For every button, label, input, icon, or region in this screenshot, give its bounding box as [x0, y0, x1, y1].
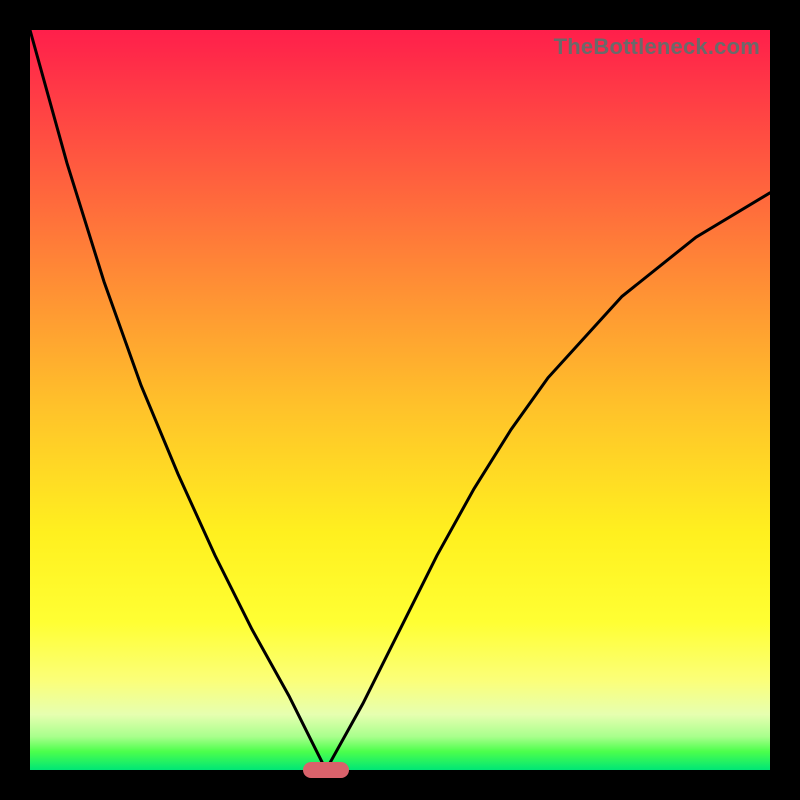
curve-left [30, 30, 326, 770]
curve-right [326, 193, 770, 770]
optimal-marker [303, 762, 349, 778]
bottleneck-curves [30, 30, 770, 770]
plot-area: TheBottleneck.com [30, 30, 770, 770]
outer-frame: TheBottleneck.com [0, 0, 800, 800]
